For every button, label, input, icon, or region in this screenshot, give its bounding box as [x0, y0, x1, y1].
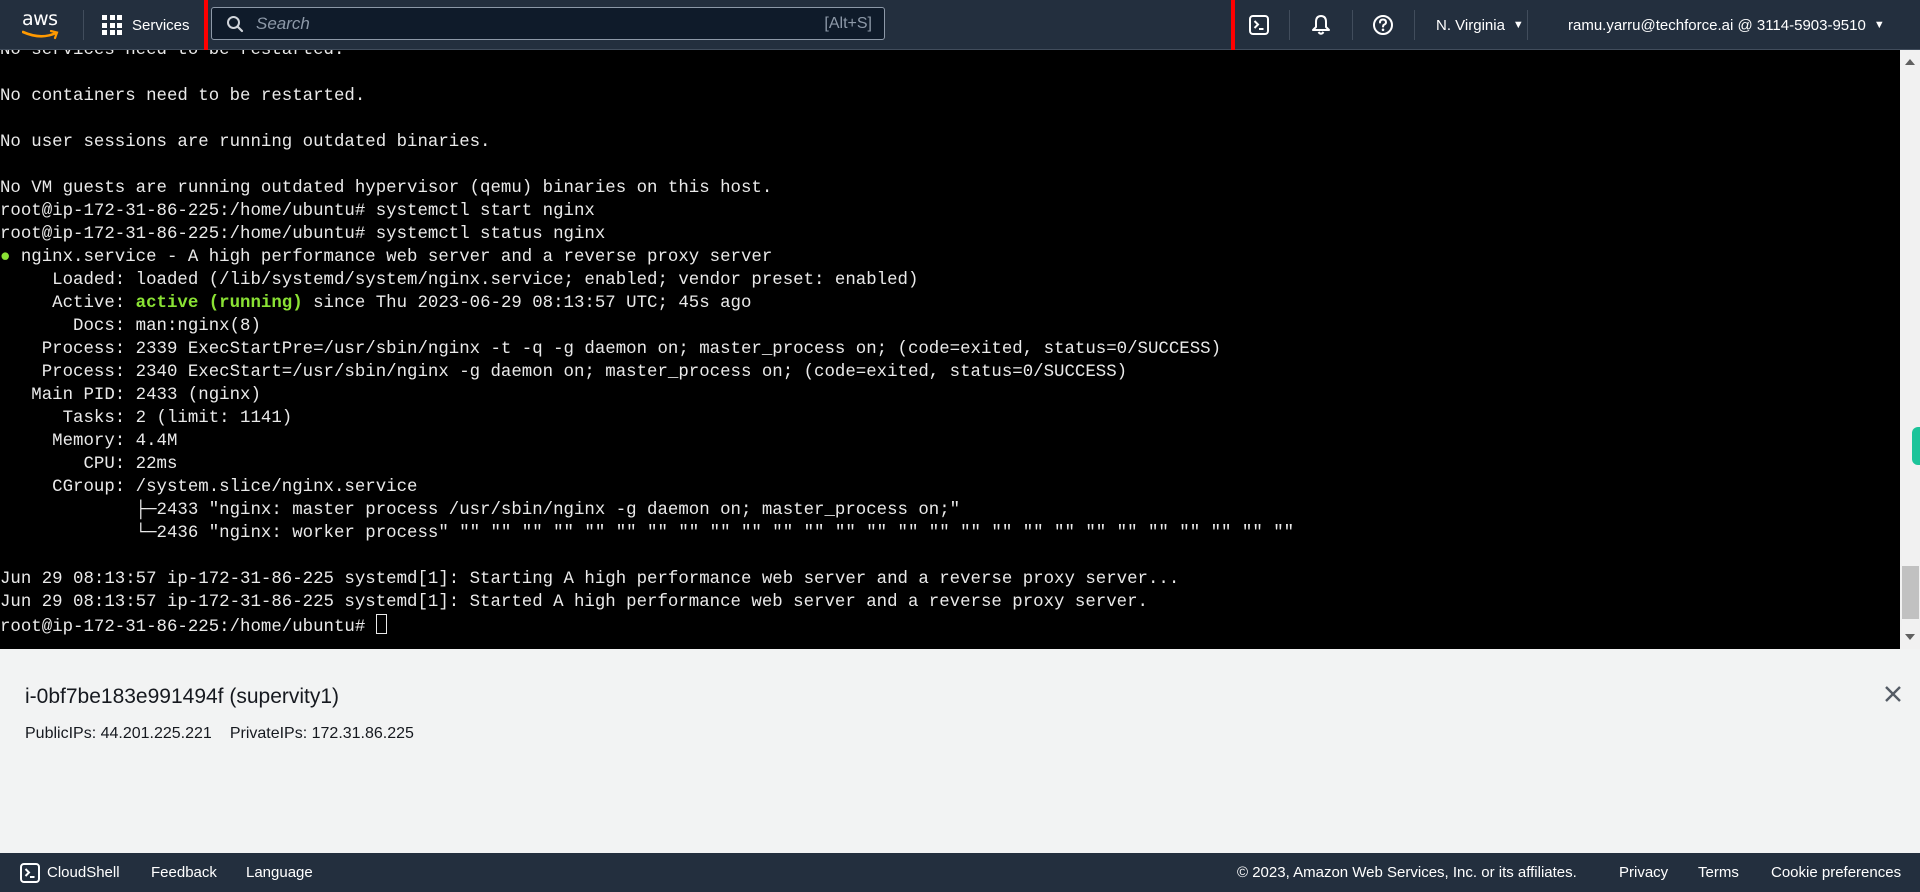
close-panel-button[interactable]: [1882, 683, 1904, 705]
footer-feedback-link[interactable]: Feedback: [151, 853, 217, 892]
terminal-line: No user sessions are running outdated bi…: [0, 133, 491, 152]
terminal-line: Loaded: loaded (/lib/systemd/system/ngin…: [0, 271, 919, 290]
region-selector[interactable]: N. Virginia ▼: [1436, 0, 1524, 50]
footer-language-label: Language: [246, 864, 313, 881]
search-shortcut-hint: [Alt+S]: [824, 14, 872, 32]
help-icon: [1373, 15, 1393, 35]
terminal-output[interactable]: No services need to be restarted. No con…: [0, 50, 1900, 649]
footer-feedback-label: Feedback: [151, 864, 217, 881]
nav-divider: [1289, 10, 1290, 40]
notifications-bell-icon: [1312, 15, 1330, 35]
services-label: Services: [132, 16, 190, 34]
footer-cookie-label: Cookie preferences: [1771, 864, 1902, 881]
service-active-status: active (running): [135, 294, 303, 313]
help-button[interactable]: [1368, 0, 1398, 50]
footer-privacy-label: Privacy: [1619, 864, 1669, 881]
terminal-line: Docs: man:nginx(8): [0, 317, 261, 336]
region-label: N. Virginia: [1436, 16, 1505, 34]
footer-terms-link[interactable]: Terms: [1698, 853, 1739, 892]
terminal-line: No VM guests are running outdated hyperv…: [0, 179, 773, 198]
scroll-down-button[interactable]: [1900, 629, 1920, 645]
nav-divider: [1527, 10, 1528, 40]
instance-ips: PublicIPs: 44.201.225.221 PrivateIPs: 172…: [25, 725, 414, 743]
terminal-line: Jun 29 08:13:57 ip-172-31-86-225 systemd…: [0, 593, 1148, 612]
terminal-line: CGroup: /system.slice/nginx.service: [0, 478, 418, 497]
terminal-line: Tasks: 2 (limit: 1141): [0, 409, 293, 428]
terminal-line: Main PID: 2433 (nginx): [0, 386, 261, 405]
terminal-cursor[interactable]: [375, 614, 387, 634]
terminal-line: Jun 29 08:13:57 ip-172-31-86-225 systemd…: [0, 570, 1180, 589]
nav-divider: [83, 10, 84, 40]
cloudshell-button[interactable]: [1245, 0, 1273, 50]
terminal-line: No containers need to be restarted.: [0, 87, 366, 106]
aws-logo[interactable]: aws: [20, 8, 62, 40]
footer-cloudshell-link[interactable]: CloudShell: [20, 853, 120, 892]
cloudshell-icon: [1249, 15, 1269, 35]
terminal-line: ├─2433 "nginx: master process /usr/sbin/…: [0, 501, 961, 520]
services-grid-icon: [102, 15, 122, 35]
terminal-line: root@ip-172-31-86-225:/home/ubuntu#: [0, 614, 1900, 639]
instance-info-panel: i-0bf7be183e991494f (supervity1) PublicI…: [0, 649, 1920, 853]
search-icon: [227, 15, 244, 32]
terminal-line: Memory: 4.4M: [0, 432, 178, 451]
terminal-line: Process: 2340 ExecStart=/usr/sbin/nginx …: [0, 363, 1128, 382]
account-menu[interactable]: ramu.yarru@techforce.ai @ 3114-5903-9510…: [1568, 0, 1885, 50]
top-navigation: aws Services [Alt+S]: [0, 0, 1920, 56]
terminal-line: CPU: 22ms: [0, 455, 178, 474]
terminal-line: Process: 2339 ExecStartPre=/usr/sbin/ngi…: [0, 340, 1222, 359]
triangle-up-icon: [1905, 59, 1915, 65]
floating-side-tab[interactable]: [1912, 427, 1920, 465]
footer-privacy-link[interactable]: Privacy: [1619, 853, 1668, 892]
copyright-text: © 2023, Amazon Web Services, Inc. or its…: [1237, 864, 1577, 881]
notifications-button[interactable]: [1306, 0, 1336, 50]
terminal-scrollbar[interactable]: [1900, 50, 1920, 649]
instance-title: i-0bf7be183e991494f (supervity1): [25, 685, 340, 708]
footer-copyright: © 2023, Amazon Web Services, Inc. or its…: [1237, 853, 1577, 892]
terminal-line: Active: active (running) since Thu 2023-…: [0, 294, 752, 313]
footer-terms-label: Terms: [1698, 864, 1739, 881]
account-label: ramu.yarru@techforce.ai @ 3114-5903-9510: [1568, 16, 1866, 34]
nav-divider: [1414, 10, 1415, 40]
footer-cloudshell-label: CloudShell: [47, 864, 120, 881]
aws-smile-icon: [22, 30, 59, 40]
cloudshell-icon: [20, 862, 40, 883]
triangle-down-icon: [1905, 634, 1915, 640]
private-ips: PrivateIPs: 172.31.86.225: [229, 725, 414, 742]
terminal-line: root@ip-172-31-86-225:/home/ubuntu# syst…: [0, 202, 595, 221]
nav-divider: [1352, 10, 1353, 40]
footer-language-link[interactable]: Language: [246, 853, 313, 892]
footer-cookie-preferences-link[interactable]: Cookie preferences: [1771, 853, 1901, 892]
status-dot-icon: ●: [0, 248, 11, 267]
search-input[interactable]: [254, 12, 825, 35]
services-menu-button[interactable]: Services: [102, 0, 190, 50]
caret-down-icon: ▼: [1873, 19, 1885, 31]
caret-down-icon: ▼: [1512, 19, 1524, 31]
footer: CloudShell Feedback Language © 2023, Ama…: [0, 853, 1920, 892]
aws-logo-text: aws: [22, 8, 58, 30]
terminal-line: └─2436 "nginx: worker process" "" "" "" …: [0, 524, 1295, 543]
terminal-line: No services need to be restarted.: [0, 50, 345, 60]
terminal-line: root@ip-172-31-86-225:/home/ubuntu# syst…: [0, 225, 606, 244]
scrollbar-thumb[interactable]: [1902, 566, 1919, 619]
close-icon: [1885, 686, 1901, 702]
public-ips: PublicIPs: 44.201.225.221: [25, 725, 212, 742]
terminal-line: ● nginx.service - A high performance web…: [0, 248, 773, 267]
terminal-text: No services need to be restarted. No con…: [0, 50, 1900, 639]
search-box[interactable]: [Alt+S]: [211, 7, 885, 40]
scroll-up-button[interactable]: [1900, 54, 1920, 70]
